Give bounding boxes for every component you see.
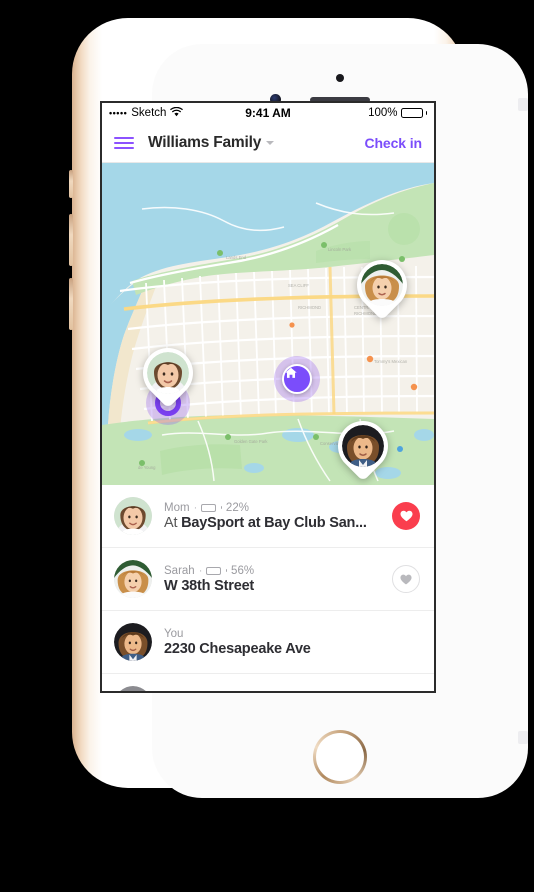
separator-dot: · xyxy=(193,501,198,514)
you-avatar xyxy=(342,425,384,467)
row-content: Mom · 22% At BaySport at Bay Club San... xyxy=(164,502,384,531)
battery-percent-label: 56% xyxy=(231,564,255,577)
volume-up-button[interactable] xyxy=(69,214,73,266)
table-row[interactable]: Matt xyxy=(102,674,434,693)
member-name: Mom xyxy=(164,501,190,514)
home-place-marker[interactable] xyxy=(282,364,312,394)
member-name: Sarah xyxy=(164,564,195,577)
table-row[interactable]: Sarah · 56% W 38th Street xyxy=(102,548,434,611)
hamburger-menu-icon[interactable] xyxy=(114,136,134,149)
member-name: You xyxy=(164,627,184,640)
chevron-down-icon xyxy=(266,140,275,145)
volume-down-button[interactable] xyxy=(69,278,73,330)
table-row[interactable]: You 2230 Chesapeake Ave xyxy=(102,611,434,674)
antenna-band-bottom-right xyxy=(518,731,528,744)
you-pin[interactable] xyxy=(327,410,399,482)
signal-strength-dots: ••••• xyxy=(109,107,128,118)
member-location: At BaySport at Bay Club San... xyxy=(164,515,384,531)
proximity-sensor xyxy=(336,74,344,82)
status-bar: ••••• Sketch 9:41 AM 100% xyxy=(102,103,434,123)
member-location: 2230 Chesapeake Ave xyxy=(164,641,420,657)
separator-dot: · xyxy=(198,564,203,577)
svg-text:RICHMOND: RICHMOND xyxy=(298,305,321,310)
avatar xyxy=(114,560,152,598)
member-location: W 38th Street xyxy=(164,578,384,594)
family-selector[interactable]: Williams Family xyxy=(148,133,275,152)
carrier-label: Sketch xyxy=(131,107,167,119)
sarah-avatar xyxy=(361,264,403,306)
svg-text:Golden Gate Park: Golden Gate Park xyxy=(234,439,268,444)
row-content: Sarah · 56% W 38th Street xyxy=(164,565,384,594)
favorite-button[interactable] xyxy=(392,565,420,593)
mom-pin[interactable] xyxy=(132,337,204,409)
check-in-button[interactable]: Check in xyxy=(364,135,422,151)
battery-icon xyxy=(201,503,217,512)
favorite-button[interactable] xyxy=(392,502,420,530)
svg-text:de Young: de Young xyxy=(138,465,156,470)
battery-icon xyxy=(400,108,423,118)
mute-switch[interactable] xyxy=(69,170,73,198)
sarah-pin[interactable] xyxy=(346,249,418,321)
family-member-list[interactable]: Mom · 22% At BaySport at Bay Club San... xyxy=(102,485,434,693)
antenna-band-top-right xyxy=(518,98,528,111)
screenshot-stage: ••••• Sketch 9:41 AM 100% Williams Famil… xyxy=(0,0,534,892)
battery-percent-label: 22% xyxy=(225,501,249,514)
svg-text:Tommy's Mexican: Tommy's Mexican xyxy=(374,359,408,364)
map-view[interactable]: Lands End Lincoln Park SEA CLIFF RICHMON… xyxy=(102,163,434,485)
row-meta: Sarah · 56% xyxy=(164,565,384,577)
battery-percent-label: 100% xyxy=(368,107,398,119)
avatar xyxy=(114,497,152,535)
avatar xyxy=(114,686,152,691)
row-content: You 2230 Chesapeake Ave xyxy=(164,628,420,657)
heart-icon xyxy=(399,510,413,522)
svg-text:SEA CLIFF: SEA CLIFF xyxy=(288,283,309,288)
heart-icon xyxy=(400,574,412,584)
location-text: W 38th Street xyxy=(164,577,255,594)
row-meta: You xyxy=(164,628,420,640)
location-text: 2230 Chesapeake Ave xyxy=(164,640,311,657)
navigation-bar: Williams Family Check in xyxy=(102,123,434,163)
battery-nub xyxy=(220,506,222,509)
svg-text:Lands End: Lands End xyxy=(226,255,247,260)
location-text: BaySport at Bay Club San... xyxy=(181,514,367,531)
svg-text:Lincoln Park: Lincoln Park xyxy=(328,247,352,252)
clock: 9:41 AM xyxy=(245,106,291,120)
row-meta: Mom · 22% xyxy=(164,502,384,514)
home-icon xyxy=(285,367,297,378)
battery-icon xyxy=(206,566,222,575)
battery-nub xyxy=(225,569,228,572)
avatar xyxy=(114,623,152,661)
wifi-icon xyxy=(170,106,184,120)
favorite-button[interactable] xyxy=(392,691,420,693)
mom-avatar xyxy=(147,352,189,394)
location-prefix: At xyxy=(164,514,182,531)
battery-nub xyxy=(425,111,428,115)
table-row[interactable]: Mom · 22% At BaySport at Bay Club San... xyxy=(102,485,434,548)
page-title: Williams Family xyxy=(148,133,262,151)
home-button[interactable] xyxy=(313,730,367,784)
phone-screen: ••••• Sketch 9:41 AM 100% Williams Famil… xyxy=(100,101,436,693)
